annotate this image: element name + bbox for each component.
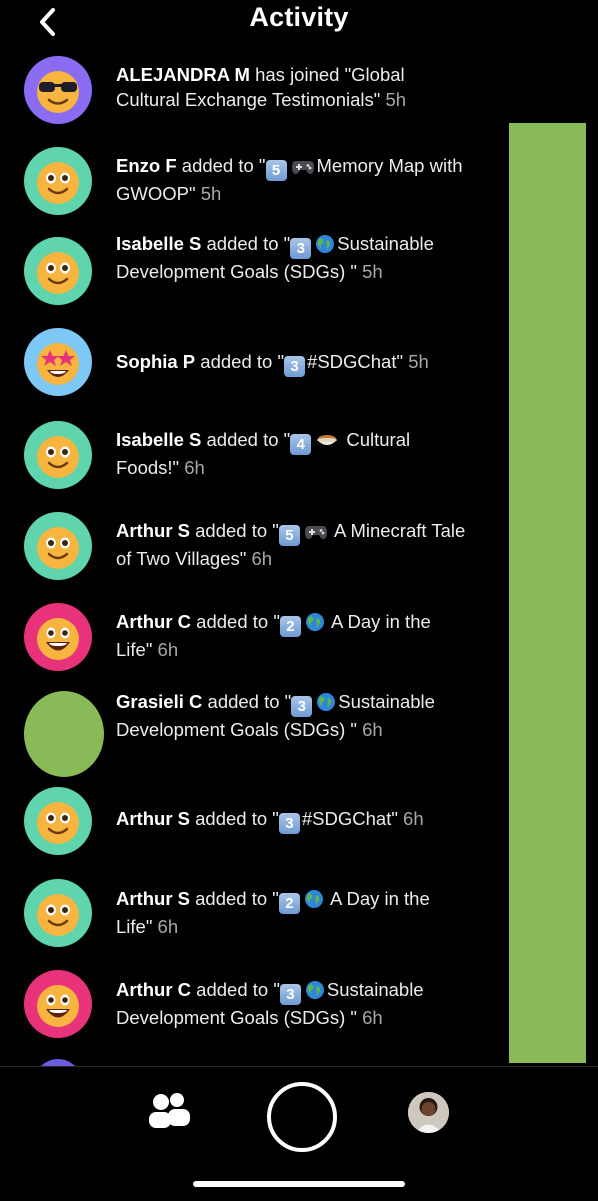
- friends-tab[interactable]: [146, 1091, 194, 1135]
- globe-icon: [316, 235, 335, 253]
- number-badge: 2: [279, 616, 301, 637]
- timestamp: 6h: [157, 916, 179, 937]
- globe-icon: [305, 613, 324, 631]
- activity-item[interactable]: Arthur S added to " 3 #SDGChat" 6h: [0, 787, 500, 857]
- avatar-smiling-face-icon[interactable]: [24, 421, 92, 489]
- avatar-sunglasses-face-icon[interactable]: [24, 56, 92, 124]
- number-badge: 5: [278, 525, 300, 546]
- timestamp: 6h: [362, 1007, 383, 1028]
- timestamp: 6h: [251, 548, 273, 569]
- activity-item[interactable]: Grasieli C added to " 3 Sustainable Develo…: [0, 691, 500, 777]
- activity-item[interactable]: ALEJANDRA M has joined "Global Cultural …: [0, 56, 500, 134]
- page-title: Activity: [249, 2, 349, 32]
- activity-item[interactable]: Arthur C added to " 3 Sustainable Developm…: [0, 970, 500, 1040]
- number-badge: 3: [279, 984, 301, 1005]
- username[interactable]: Arthur S: [116, 520, 190, 541]
- home-indicator: [193, 1181, 405, 1187]
- timestamp: 6h: [403, 808, 424, 829]
- avatar-partial[interactable]: [34, 1059, 82, 1066]
- header: Activity: [0, 0, 598, 50]
- activity-text: Sophia P added to " 3 #SDGChat" 5h: [116, 351, 429, 377]
- globe-icon: [304, 890, 323, 908]
- activity-item[interactable]: Sophia P added to " 3 #SDGChat" 5h: [0, 328, 500, 398]
- number-badge: 3: [291, 696, 313, 717]
- activity-item[interactable]: Enzo F added to " 5 Memory Map with GWOOP"…: [0, 147, 500, 217]
- timestamp: 6h: [184, 457, 205, 478]
- avatar-grinning-face-icon[interactable]: [24, 603, 92, 671]
- activity-item[interactable]: Arthur C added to " 2 A Day in the Life" …: [0, 603, 500, 673]
- username[interactable]: ALEJANDRA M: [116, 64, 250, 85]
- username[interactable]: Grasieli C: [116, 691, 202, 712]
- globe-icon: [317, 693, 336, 711]
- username[interactable]: Isabelle S: [116, 233, 201, 254]
- activity-text: Arthur C added to " 2 A Day in the Life" …: [116, 611, 431, 660]
- activity-text: ALEJANDRA M has joined "Global Cultural …: [116, 64, 407, 110]
- green-panel: [509, 123, 586, 1063]
- game-controller-icon: [304, 526, 327, 539]
- avatar-smiling-face-icon[interactable]: [24, 512, 92, 580]
- timestamp: 5h: [200, 183, 222, 204]
- activity-text: Arthur S added to " 3 #SDGChat" 6h: [116, 808, 424, 834]
- profile-tab[interactable]: [408, 1092, 449, 1133]
- game-controller-icon: [291, 161, 314, 174]
- activity-text: Arthur S added to " 2 A Day in the Life" …: [116, 888, 430, 937]
- activity-item[interactable]: Isabelle S added to " 3 Sustainable Develo…: [0, 233, 500, 317]
- number-badge: 2: [278, 893, 300, 914]
- friends-icon: [149, 1093, 190, 1128]
- bottom-tab-bar: [0, 1066, 598, 1201]
- username[interactable]: Arthur C: [116, 611, 191, 632]
- timestamp: 6h: [362, 719, 383, 740]
- activity-text: Isabelle S added to " 4 Cultural Foods!" …: [116, 429, 411, 478]
- activity-text: Arthur S added to " 5 A Minecraft Tale of…: [116, 520, 466, 569]
- avatar-star-struck-face-icon[interactable]: [24, 328, 92, 396]
- username[interactable]: Arthur C: [116, 979, 191, 1000]
- avatar-smiling-face-icon[interactable]: [24, 237, 92, 305]
- avatar-placeholder-green[interactable]: [24, 691, 104, 777]
- activity-item[interactable]: Arthur S added to " 5 A Minecraft Tale of…: [0, 512, 500, 582]
- activity-text: Grasieli C added to " 3 Sustainable Develo…: [116, 691, 435, 740]
- activity-item[interactable]: Isabelle S added to " 4 Cultural Foods!" …: [0, 421, 500, 491]
- number-badge: 3: [284, 356, 306, 377]
- timestamp: 5h: [408, 351, 429, 372]
- timestamp: 6h: [157, 639, 179, 660]
- avatar-grinning-face-icon[interactable]: [24, 970, 92, 1038]
- username[interactable]: Enzo F: [116, 155, 177, 176]
- activity-item[interactable]: Arthur S added to " 2 A Day in the Life" …: [0, 879, 500, 949]
- timestamp: 5h: [362, 261, 383, 282]
- timestamp: 5h: [385, 89, 407, 110]
- globe-icon: [305, 981, 324, 999]
- number-badge: 3: [290, 238, 312, 259]
- activity-text: Enzo F added to " 5 Memory Map with GWOOP"…: [116, 155, 463, 204]
- capture-button[interactable]: [267, 1082, 337, 1152]
- username[interactable]: Arthur S: [116, 808, 190, 829]
- avatar-smiling-face-icon[interactable]: [24, 879, 92, 947]
- avatar-smiling-face-icon[interactable]: [24, 787, 92, 855]
- activity-text: Arthur C added to " 3 Sustainable Developm…: [116, 979, 424, 1028]
- username[interactable]: Isabelle S: [116, 429, 201, 450]
- profile-avatar-icon: [408, 1092, 449, 1133]
- food-bowl-icon: [317, 435, 338, 445]
- avatar-smiling-face-icon[interactable]: [24, 147, 92, 215]
- number-badge: 4: [290, 434, 312, 455]
- activity-text: Isabelle S added to " 3 Sustainable Develo…: [116, 233, 434, 282]
- username[interactable]: Sophia P: [116, 351, 195, 372]
- number-badge: 5: [265, 160, 287, 181]
- username[interactable]: Arthur S: [116, 888, 190, 909]
- number-badge: 3: [278, 813, 300, 834]
